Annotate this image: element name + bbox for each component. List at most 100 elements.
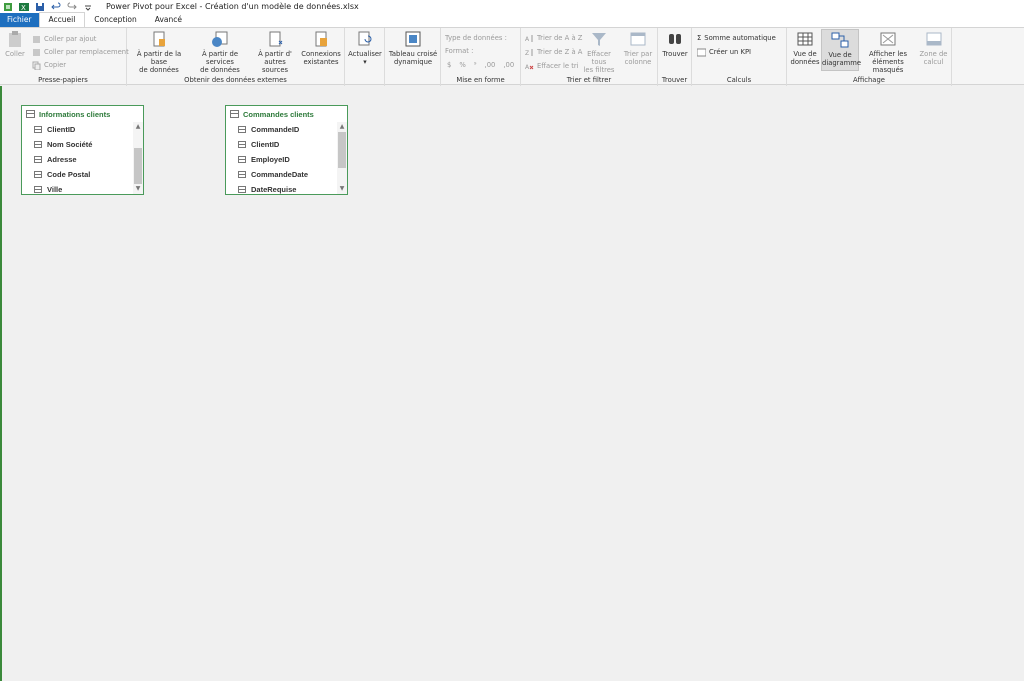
- field-item[interactable]: Ville: [22, 182, 143, 194]
- excel-icon[interactable]: X: [18, 1, 30, 12]
- field-list: ClientID Nom Société Adresse Code Postal…: [22, 122, 143, 194]
- group-label-sort: Trier et filtrer: [566, 76, 612, 84]
- customize-qat-icon[interactable]: [82, 1, 94, 12]
- sort-za-button[interactable]: Z Trier de Z à A: [525, 47, 582, 57]
- tab-design[interactable]: Conception: [85, 13, 145, 27]
- clear-filters-button[interactable]: Effacer tous les filtres: [579, 30, 619, 74]
- field-item[interactable]: EmployeID: [226, 152, 347, 167]
- column-icon: [34, 171, 42, 178]
- scroll-thumb[interactable]: [338, 132, 346, 168]
- paste-append-label: Coller par ajout: [44, 35, 97, 43]
- autosum-button[interactable]: Σ Somme automatique: [697, 33, 776, 43]
- tab-advanced[interactable]: Avancé: [146, 13, 191, 27]
- svg-text:Z: Z: [525, 50, 529, 57]
- paste-replace-button[interactable]: Coller par remplacement: [32, 47, 129, 57]
- calc-area-label-1: Zone de: [919, 50, 948, 58]
- increase-decimal-button[interactable]: ,00: [485, 61, 496, 69]
- thousands-button[interactable]: ⁹: [474, 61, 477, 69]
- field-item[interactable]: CommandeID: [226, 122, 347, 137]
- field-item[interactable]: Adresse: [22, 152, 143, 167]
- scroll-up-icon[interactable]: ▲: [133, 122, 143, 132]
- data-view-label-2: données: [790, 58, 820, 66]
- from-services-label-1: À partir de services: [201, 50, 239, 66]
- pivot-table-button[interactable]: Tableau croisé dynamique: [387, 30, 439, 66]
- scroll-down-icon[interactable]: ▼: [133, 184, 143, 194]
- paste-button[interactable]: Coller: [4, 30, 26, 58]
- table-card-commandes-clients[interactable]: Commandes clients CommandeID ClientID Em…: [225, 105, 348, 195]
- clear-filters-label-2: les filtres: [583, 66, 615, 74]
- show-hidden-icon: [879, 30, 897, 48]
- scrollbar[interactable]: ▲ ▼: [133, 122, 143, 194]
- decrease-decimal-button[interactable]: ,00: [503, 61, 514, 69]
- field-item[interactable]: Code Postal: [22, 167, 143, 182]
- clear-sort-button[interactable]: A Effacer le tri: [525, 61, 579, 71]
- group-label-clipboard: Presse-papiers: [38, 76, 88, 84]
- field-list: CommandeID ClientID EmployeID CommandeDa…: [226, 122, 347, 194]
- format-dropdown[interactable]: Format :: [445, 46, 473, 56]
- show-hidden-button[interactable]: Afficher les éléments masqués: [859, 30, 917, 74]
- column-icon: [34, 186, 42, 193]
- find-label: Trouver: [662, 50, 688, 58]
- field-label: Nom Société: [47, 140, 93, 149]
- kpi-label: Créer un KPI: [709, 48, 752, 56]
- existing-connections-button[interactable]: Connexions existantes: [299, 30, 343, 66]
- pivot-table-icon: [404, 30, 422, 48]
- sort-by-column-button[interactable]: Trier par colonne: [620, 30, 656, 66]
- data-view-button[interactable]: Vue de données: [789, 30, 821, 66]
- from-services-label-2: de données: [200, 66, 240, 74]
- column-icon: [34, 141, 42, 148]
- scroll-thumb[interactable]: [134, 148, 142, 184]
- table-card-informations-clients[interactable]: Informations clients ClientID Nom Sociét…: [21, 105, 144, 195]
- percent-button[interactable]: %: [459, 61, 465, 69]
- group-find: Trouver Trouver: [658, 28, 692, 86]
- pivot-label-2: dynamique: [393, 58, 433, 66]
- field-item[interactable]: ClientID: [22, 122, 143, 137]
- field-item[interactable]: DateRequise: [226, 182, 347, 194]
- field-label: ClientID: [47, 125, 76, 134]
- from-other-sources-button[interactable]: À partir d' autres sources: [251, 30, 299, 74]
- create-kpi-button[interactable]: Créer un KPI: [696, 47, 752, 57]
- field-label: CommandeDate: [251, 170, 309, 179]
- datatype-dropdown[interactable]: Type de données :: [445, 33, 507, 43]
- field-label: ClientID: [251, 140, 280, 149]
- group-pivot: Tableau croisé dynamique: [385, 28, 441, 86]
- diagram-canvas[interactable]: Informations clients ClientID Nom Sociét…: [0, 86, 1024, 681]
- table-header[interactable]: Informations clients: [22, 106, 143, 122]
- sort-za-icon: Z: [525, 48, 534, 57]
- save-icon[interactable]: [34, 1, 46, 12]
- tab-file[interactable]: Fichier: [0, 13, 39, 27]
- from-other-label-1: À partir d': [258, 50, 292, 58]
- undo-icon[interactable]: [50, 1, 62, 12]
- calculation-area-button[interactable]: Zone de calcul: [917, 30, 950, 66]
- find-button[interactable]: Trouver: [660, 30, 690, 58]
- tab-home[interactable]: Accueil: [38, 12, 86, 27]
- pivot-label-1: Tableau croisé: [388, 50, 438, 58]
- diagram-view-icon: [831, 31, 849, 49]
- redo-icon[interactable]: [66, 1, 78, 12]
- column-icon: [238, 126, 246, 133]
- from-database-button[interactable]: À partir de la base de données: [129, 30, 189, 74]
- group-label-format: Mise en forme: [456, 76, 505, 84]
- number-format-buttons: $ % ⁹ ,00 ,00: [447, 60, 514, 70]
- copy-label: Copier: [44, 61, 67, 69]
- field-label: Code Postal: [47, 170, 91, 179]
- scroll-down-icon[interactable]: ▼: [337, 184, 347, 194]
- scrollbar[interactable]: ▲ ▼: [337, 122, 347, 194]
- binoculars-icon: [666, 30, 684, 48]
- group-label-calc: Calculs: [726, 76, 752, 84]
- sort-az-button[interactable]: A Trier de A à Z: [525, 33, 582, 43]
- currency-button[interactable]: $: [447, 61, 451, 69]
- field-item[interactable]: Nom Société: [22, 137, 143, 152]
- paste-label: Coller: [5, 50, 25, 58]
- from-data-services-button[interactable]: À partir de services de données: [189, 30, 251, 74]
- group-sort-filter: A Trier de A à Z Z Trier de Z à A A Effa…: [521, 28, 658, 86]
- copy-button[interactable]: Copier: [32, 60, 66, 70]
- table-header[interactable]: Commandes clients: [226, 106, 347, 122]
- scroll-up-icon[interactable]: ▲: [337, 122, 347, 132]
- field-item[interactable]: CommandeDate: [226, 167, 347, 182]
- diagram-view-button[interactable]: Vue de diagramme: [821, 29, 861, 71]
- window-title: Power Pivot pour Excel - Création d'un m…: [106, 2, 359, 11]
- paste-append-button[interactable]: Coller par ajout: [32, 34, 96, 44]
- field-item[interactable]: ClientID: [226, 137, 347, 152]
- refresh-button[interactable]: Actualiser ▾: [347, 30, 383, 66]
